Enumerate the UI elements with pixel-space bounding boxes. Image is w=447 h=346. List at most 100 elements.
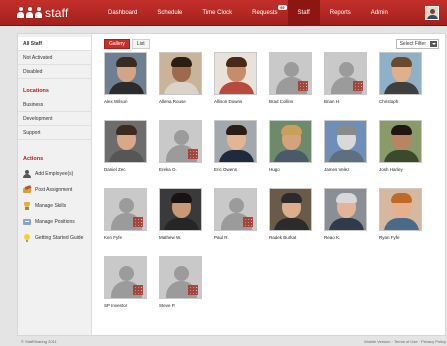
nav-admin[interactable]: Admin (361, 0, 398, 26)
staff-name[interactable]: Christoph (379, 99, 429, 104)
add-employees-action[interactable]: Add Employee(s) (18, 166, 91, 182)
placeholder-avatar[interactable] (214, 188, 257, 231)
staff-card[interactable]: Ken Fyfe (104, 188, 154, 240)
lightbulb-icon (23, 234, 31, 242)
actions-heading: Actions (23, 156, 44, 162)
staff-card[interactable]: Brian H. (324, 52, 374, 104)
manage-skills-action[interactable]: Manage Skills (18, 198, 91, 214)
nav-requests[interactable]: Requests 99 (242, 0, 287, 26)
mosaic-icon (243, 217, 253, 227)
staff-name[interactable]: Josh Harley (379, 167, 429, 172)
getting-started-action[interactable]: Getting Started Guide (18, 230, 91, 246)
portrait (380, 189, 421, 230)
staff-name[interactable]: Reao K. (324, 235, 374, 240)
post-assignment-label: Post Assignment (35, 187, 73, 193)
gallery-view-button[interactable]: Gallery (104, 39, 130, 49)
placeholder-avatar[interactable] (324, 52, 367, 95)
nav-time-clock[interactable]: Time Clock (192, 0, 242, 26)
staff-card[interactable]: Josh Harley (379, 120, 429, 172)
staff-card[interactable]: Mathew W. (159, 188, 209, 240)
staff-photo[interactable] (159, 52, 202, 95)
staff-photo[interactable] (269, 188, 312, 231)
staff-photo[interactable] (104, 52, 147, 95)
staff-name[interactable]: Daniel Zec (104, 167, 154, 172)
staff-card[interactable]: Hugo (269, 120, 319, 172)
sidebar-item-not-activated[interactable]: Not Activated (18, 51, 91, 65)
staff-card[interactable]: James Velez (324, 120, 374, 172)
staff-card[interactable]: Eric Owens (214, 120, 264, 172)
placeholder-avatar[interactable] (104, 188, 147, 231)
staff-card[interactable]: Steve P. (159, 256, 209, 308)
sidebar-item-support[interactable]: Support (18, 126, 91, 140)
staff-photo[interactable] (324, 188, 367, 231)
staff-photo[interactable] (214, 120, 257, 163)
staff-card[interactable]: Reao K. (324, 188, 374, 240)
skills-icon (23, 202, 31, 210)
staff-card[interactable]: Radek Burkat (269, 188, 319, 240)
placeholder-avatar[interactable] (159, 256, 202, 299)
portrait (380, 53, 421, 94)
staff-name[interactable]: Radek Burkat (269, 235, 319, 240)
staff-name[interactable]: Ken Fyfe (104, 235, 154, 240)
staff-name[interactable]: Allison Downs (214, 99, 264, 104)
mosaic-icon (298, 81, 308, 91)
nav-staff[interactable]: Staff (287, 0, 320, 26)
user-avatar[interactable] (425, 6, 439, 20)
staff-photo[interactable] (104, 120, 147, 163)
placeholder-avatar[interactable] (159, 120, 202, 163)
staff-card[interactable]: Christoph (379, 52, 429, 104)
staff-name[interactable]: Brian H. (324, 99, 374, 104)
staff-photo[interactable] (379, 188, 422, 231)
staff-card[interactable]: Brad Collins (269, 52, 319, 104)
staff-name[interactable]: Paul R. (214, 235, 264, 240)
positions-icon (23, 218, 31, 226)
nav-reports[interactable]: Reports (320, 0, 361, 26)
sidebar-item-disabled[interactable]: Disabled (18, 65, 91, 79)
nav-dashboard[interactable]: Dashboard (98, 0, 147, 26)
post-assignment-action[interactable]: Post Assignment (18, 182, 91, 198)
staff-name[interactable]: Steve P. (159, 303, 209, 308)
staff-card[interactable]: Allison Downs (214, 52, 264, 104)
staff-name[interactable]: Allena Rouse (159, 99, 209, 104)
staff-photo[interactable] (379, 52, 422, 95)
staff-photo[interactable] (379, 120, 422, 163)
staff-name[interactable]: Hugo (269, 167, 319, 172)
placeholder-avatar[interactable] (269, 52, 312, 95)
mosaic-icon (133, 217, 143, 227)
staff-photo[interactable] (324, 120, 367, 163)
staff-photo[interactable] (214, 52, 257, 95)
add-employees-label: Add Employee(s) (35, 171, 74, 177)
staff-card[interactable]: SP Investor (104, 256, 154, 308)
post-icon (23, 186, 31, 194)
staff-name[interactable]: Mathew W. (159, 235, 209, 240)
placeholder-avatar[interactable] (104, 256, 147, 299)
staff-card[interactable]: Alex Wilson (104, 52, 154, 104)
staff-card[interactable]: Ryan Fyfe (379, 188, 429, 240)
staff-card[interactable]: Daniel Zec (104, 120, 154, 172)
staff-name[interactable]: Ryan Fyfe (379, 235, 429, 240)
sidebar-item-all-staff[interactable]: All Staff (18, 37, 91, 51)
portrait (270, 121, 311, 162)
footer-links[interactable]: Mobile Version · Terms of Use · Privacy … (364, 339, 446, 344)
staff-card[interactable]: Paul R. (214, 188, 264, 240)
staff-name[interactable]: SP Investor (104, 303, 154, 308)
staff-photo[interactable] (269, 120, 312, 163)
staff-photo[interactable] (159, 188, 202, 231)
manage-positions-label: Manage Positions (35, 219, 75, 225)
staff-name[interactable]: Ereka O. (159, 167, 209, 172)
list-view-button[interactable]: List (131, 39, 150, 49)
nav-schedule[interactable]: Schedule (147, 0, 192, 26)
portrait (105, 53, 146, 94)
logo[interactable]: staff (17, 6, 68, 20)
filter-select[interactable]: Select Filter (395, 39, 439, 49)
staff-name[interactable]: James Velez (324, 167, 374, 172)
sidebar-item-business[interactable]: Business (18, 98, 91, 112)
staff-name[interactable]: Brad Collins (269, 99, 319, 104)
staff-card[interactable]: Allena Rouse (159, 52, 209, 104)
content-panel: All Staff Not Activated Disabled Locatio… (17, 33, 446, 336)
staff-name[interactable]: Alex Wilson (104, 99, 154, 104)
sidebar-item-development[interactable]: Development (18, 112, 91, 126)
staff-card[interactable]: Ereka O. (159, 120, 209, 172)
staff-name[interactable]: Eric Owens (214, 167, 264, 172)
manage-positions-action[interactable]: Manage Positions (18, 214, 91, 230)
